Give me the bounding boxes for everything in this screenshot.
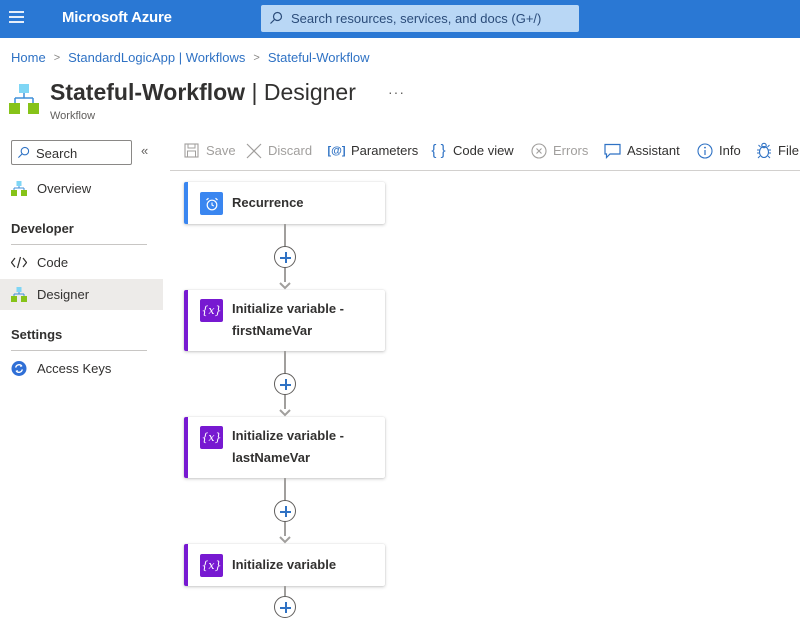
sidebar-item-code[interactable]: Code: [0, 247, 163, 278]
add-step-button[interactable]: [274, 500, 296, 522]
variable-icon: {x}: [200, 554, 223, 577]
step-title: Initialize variable: [232, 557, 337, 572]
step-title: Initialize variable - firstNameVar: [232, 298, 344, 342]
page-title-name: Stateful-Workflow: [50, 79, 246, 105]
save-icon: [183, 142, 200, 159]
step-title-line1: Initialize variable -: [232, 301, 344, 316]
search-placeholder: Search resources, services, and docs (G+…: [291, 11, 542, 26]
divider: [11, 350, 147, 351]
search-icon: [270, 11, 283, 24]
sidebar-item-designer[interactable]: Designer: [0, 279, 163, 310]
info-label: Info: [719, 143, 741, 158]
file-label: File: [778, 143, 799, 158]
add-step-button[interactable]: [274, 246, 296, 268]
save-label: Save: [206, 143, 236, 158]
arrow-down-icon: [279, 536, 291, 544]
discard-button[interactable]: Discard: [245, 142, 312, 159]
workflow-icon: [11, 181, 27, 196]
alarm-clock-icon: [200, 192, 223, 215]
workflow-icon: [9, 84, 39, 114]
bug-icon: [755, 142, 772, 159]
variable-icon: {x}: [200, 299, 223, 322]
chevron-right-icon: >: [253, 51, 260, 64]
divider: [11, 244, 147, 245]
breadcrumb: Home > StandardLogicApp | Workflows > St…: [11, 50, 370, 65]
file-bug-button[interactable]: File: [755, 142, 799, 159]
global-search-input[interactable]: Search resources, services, and docs (G+…: [261, 5, 579, 32]
errors-button[interactable]: Errors: [530, 142, 588, 159]
close-icon: [245, 142, 262, 159]
arrow-down-icon: [279, 409, 291, 417]
parameters-label: Parameters: [351, 143, 419, 158]
breadcrumb-home[interactable]: Home: [11, 50, 46, 65]
step-accent: [184, 544, 188, 586]
save-button[interactable]: Save: [183, 142, 236, 159]
info-icon: [696, 142, 713, 159]
step-title-line1: Initialize variable -: [232, 428, 344, 443]
workflow-step-recurrence[interactable]: Recurrence: [184, 182, 385, 224]
chat-icon: [604, 142, 621, 159]
braces-icon: { }: [431, 142, 446, 159]
sidebar-item-label: Code: [37, 255, 69, 270]
page-title-view: | Designer: [245, 79, 356, 105]
arrow-down-icon: [279, 282, 291, 290]
assistant-label: Assistant: [627, 143, 680, 158]
code-view-label: Code view: [453, 143, 514, 158]
parameters-button[interactable]: [@] Parameters: [327, 142, 419, 159]
info-button[interactable]: Info: [696, 142, 741, 159]
errors-label: Errors: [553, 143, 589, 158]
collapse-sidebar-button[interactable]: «: [141, 143, 148, 158]
discard-label: Discard: [268, 143, 313, 158]
add-step-button[interactable]: [274, 373, 296, 395]
workflow-step-initialize-variable[interactable]: {x} Initialize variable: [184, 544, 385, 586]
sidebar-item-label: Overview: [37, 181, 92, 196]
step-title: Recurrence: [232, 195, 304, 210]
step-title-line2: firstNameVar: [232, 323, 313, 338]
sidebar-item-overview[interactable]: Overview: [0, 173, 163, 204]
code-view-button[interactable]: { } Code view: [430, 142, 514, 159]
workflow-step-initialize-firstnamevar[interactable]: {x} Initialize variable - firstNameVar: [184, 290, 385, 351]
designer-toolbar: Save Discard [@] Parameters { } Code vie…: [170, 136, 800, 168]
code-icon: [11, 256, 27, 269]
sidebar-search-input[interactable]: Search: [11, 140, 132, 165]
search-icon: [17, 146, 30, 159]
workflow-icon: [11, 287, 27, 302]
sidebar-section-developer: Developer: [11, 221, 74, 236]
step-accent: [184, 290, 188, 351]
sidebar-section-settings: Settings: [11, 327, 63, 342]
sidebar-item-access-keys[interactable]: Access Keys: [0, 353, 163, 384]
error-circle-icon: [530, 142, 547, 159]
connector-line: [284, 586, 286, 596]
chevron-right-icon: >: [53, 51, 61, 64]
page-subtitle: Workflow: [50, 110, 96, 122]
refresh-key-icon: [11, 361, 27, 376]
more-options-button[interactable]: ···: [388, 84, 405, 100]
sidebar-item-label: Access Keys: [37, 361, 112, 376]
workflow-step-initialize-lastnamevar[interactable]: {x} Initialize variable - lastNameVar: [184, 417, 385, 478]
brand-title[interactable]: Microsoft Azure: [62, 9, 172, 26]
sidebar-item-label: Designer: [37, 287, 90, 302]
add-step-button[interactable]: [274, 596, 296, 618]
assistant-button[interactable]: Assistant: [604, 142, 680, 159]
hamburger-icon[interactable]: [9, 11, 24, 25]
step-title: Initialize variable - lastNameVar: [232, 425, 344, 469]
top-bar: Microsoft Azure Search resources, servic…: [0, 0, 800, 38]
step-accent: [184, 182, 188, 224]
breadcrumb-stateful-workflow[interactable]: Stateful-Workflow: [268, 50, 370, 65]
breadcrumb-workflows[interactable]: StandardLogicApp | Workflows: [68, 50, 245, 65]
step-accent: [184, 417, 188, 478]
parameters-icon: [@]: [327, 144, 346, 157]
sidebar-search-placeholder: Search: [36, 146, 78, 161]
step-title-line2: lastNameVar: [232, 450, 311, 465]
variable-icon: {x}: [200, 426, 223, 449]
page-title: Stateful-Workflow | Designer: [50, 79, 356, 106]
